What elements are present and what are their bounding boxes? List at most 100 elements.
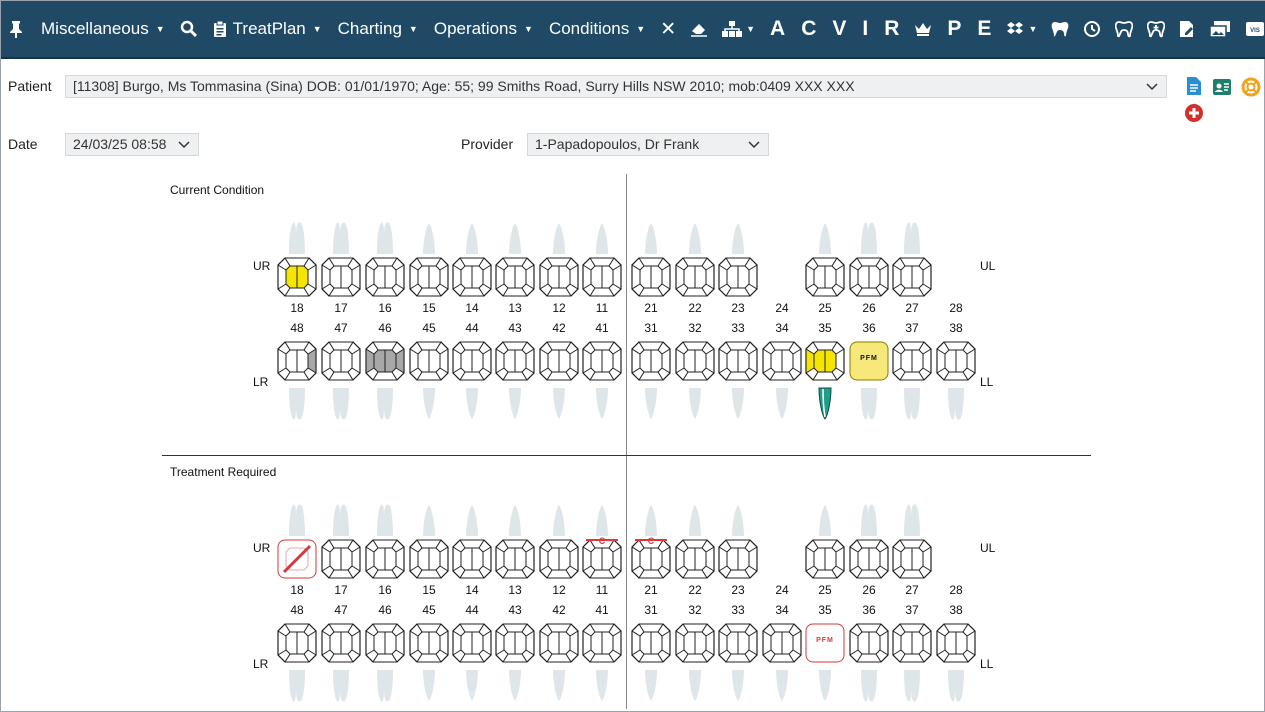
tooth-46[interactable] bbox=[365, 623, 405, 663]
letter-i-button[interactable]: I bbox=[854, 0, 876, 58]
menu-charting-label: Charting bbox=[337, 19, 402, 38]
tooth-38[interactable] bbox=[936, 341, 976, 381]
crown-icon[interactable] bbox=[907, 0, 939, 58]
tooth-26[interactable] bbox=[849, 257, 889, 297]
tooth-11[interactable]: C bbox=[582, 536, 622, 579]
provider-select[interactable]: 1-Papadopoulos, Dr Frank bbox=[527, 133, 769, 156]
tooth-25[interactable] bbox=[805, 539, 845, 579]
tooth-22[interactable] bbox=[675, 257, 715, 297]
tooth-35[interactable]: PFM bbox=[805, 623, 845, 663]
tooth-36[interactable] bbox=[849, 623, 889, 663]
dropbox-icon[interactable]: ▼ bbox=[999, 0, 1044, 58]
tooth-18[interactable] bbox=[277, 539, 317, 579]
images-icon[interactable] bbox=[1202, 0, 1238, 58]
tooth-42[interactable] bbox=[539, 341, 579, 381]
date-picker[interactable]: 24/03/25 08:58 bbox=[65, 133, 199, 156]
tooth-48[interactable] bbox=[277, 341, 317, 381]
pin-icon[interactable] bbox=[1, 0, 33, 58]
tooth-number-43: 43 bbox=[508, 321, 522, 335]
tooth-38[interactable] bbox=[936, 623, 976, 663]
tooth-35[interactable] bbox=[805, 341, 845, 381]
sitemap-icon[interactable]: ▼ bbox=[715, 0, 762, 58]
letter-p-button[interactable]: P bbox=[939, 0, 969, 58]
tooth-root-37 bbox=[895, 387, 929, 421]
tooth-33[interactable] bbox=[718, 341, 758, 381]
tooth-41[interactable] bbox=[582, 341, 622, 381]
tooth-34[interactable] bbox=[762, 623, 802, 663]
tooth-41[interactable] bbox=[582, 623, 622, 663]
tooth-plus-icon[interactable] bbox=[1140, 0, 1172, 58]
menu-conditions[interactable]: Conditions ▼ bbox=[541, 0, 653, 58]
tooth-46[interactable] bbox=[365, 341, 405, 381]
letter-e-button[interactable]: E bbox=[969, 0, 999, 58]
tooth-clock-icon[interactable] bbox=[1076, 0, 1108, 58]
tooth-48[interactable] bbox=[277, 623, 317, 663]
tooth-21[interactable]: C bbox=[631, 536, 671, 579]
tooth-13[interactable] bbox=[495, 257, 535, 297]
tooth-icon[interactable] bbox=[1044, 0, 1076, 58]
tooth-15[interactable] bbox=[409, 257, 449, 297]
tooth-44[interactable] bbox=[452, 341, 492, 381]
tooth-31[interactable] bbox=[631, 341, 671, 381]
note-edit-icon[interactable] bbox=[1172, 0, 1202, 58]
patient-select[interactable]: [11308] Burgo, Ms Tommasina (Sina) DOB: … bbox=[65, 75, 1167, 98]
tooth-23[interactable] bbox=[718, 257, 758, 297]
tooth-47[interactable] bbox=[321, 341, 361, 381]
menu-conditions-label: Conditions bbox=[548, 19, 630, 38]
tooth-22[interactable] bbox=[675, 539, 715, 579]
tooth-37[interactable] bbox=[892, 341, 932, 381]
tooth-27[interactable] bbox=[892, 257, 932, 297]
menu-operations[interactable]: Operations ▼ bbox=[426, 0, 541, 58]
tooth-32[interactable] bbox=[675, 341, 715, 381]
menu-treatplan[interactable]: TreatPlan ▼ bbox=[205, 0, 330, 58]
letter-c-button[interactable]: C bbox=[793, 0, 824, 58]
tooth-25[interactable] bbox=[805, 257, 845, 297]
tooth-number-42: 42 bbox=[552, 321, 566, 335]
tooth-26[interactable] bbox=[849, 539, 889, 579]
tooth-root-17 bbox=[324, 221, 358, 255]
id-card-icon[interactable] bbox=[1212, 77, 1232, 97]
tooth-37[interactable] bbox=[892, 623, 932, 663]
tooth-44[interactable] bbox=[452, 623, 492, 663]
tooth-43[interactable] bbox=[495, 341, 535, 381]
menu-miscellaneous[interactable]: Miscellaneous ▼ bbox=[33, 0, 173, 58]
tooth-47[interactable] bbox=[321, 623, 361, 663]
menu-charting[interactable]: Charting ▼ bbox=[330, 0, 426, 58]
tooth-33[interactable] bbox=[718, 623, 758, 663]
eraser-icon[interactable] bbox=[683, 0, 715, 58]
tooth-23[interactable] bbox=[718, 539, 758, 579]
tooth-45[interactable] bbox=[409, 341, 449, 381]
tooth-21[interactable] bbox=[631, 257, 671, 297]
tooth-36[interactable]: PFM bbox=[849, 341, 889, 381]
lifebuoy-icon[interactable] bbox=[1241, 77, 1261, 97]
tooth-18[interactable] bbox=[277, 257, 317, 297]
document-icon[interactable] bbox=[1184, 76, 1204, 96]
tooth-31[interactable] bbox=[631, 623, 671, 663]
tooth-14[interactable] bbox=[452, 257, 492, 297]
tooth-32[interactable] bbox=[675, 623, 715, 663]
tooth-16[interactable] bbox=[365, 257, 405, 297]
tooth-12[interactable] bbox=[539, 257, 579, 297]
search-icon[interactable] bbox=[173, 0, 205, 58]
medical-alert-icon[interactable] bbox=[1184, 103, 1204, 123]
tooth-17[interactable] bbox=[321, 257, 361, 297]
tooth-15[interactable] bbox=[409, 539, 449, 579]
letter-r-button[interactable]: R bbox=[876, 0, 907, 58]
tooth-17[interactable] bbox=[321, 539, 361, 579]
letter-v-button[interactable]: V bbox=[824, 0, 854, 58]
tooth-16[interactable] bbox=[365, 539, 405, 579]
tooth-12[interactable] bbox=[539, 539, 579, 579]
vis-icon[interactable]: VIS bbox=[1238, 0, 1265, 58]
tooth-34[interactable] bbox=[762, 341, 802, 381]
tooth-13[interactable] bbox=[495, 539, 535, 579]
tooth-42[interactable] bbox=[539, 623, 579, 663]
tooth-45[interactable] bbox=[409, 623, 449, 663]
tooth-14[interactable] bbox=[452, 539, 492, 579]
tooth-outline-icon[interactable] bbox=[1108, 0, 1140, 58]
tooth-43[interactable] bbox=[495, 623, 535, 663]
tooth-27[interactable] bbox=[892, 539, 932, 579]
tooth-root-14 bbox=[455, 503, 489, 537]
letter-a-button[interactable]: A bbox=[762, 0, 793, 58]
tooth-11[interactable] bbox=[582, 257, 622, 297]
close-icon[interactable]: ✕ bbox=[653, 0, 683, 58]
